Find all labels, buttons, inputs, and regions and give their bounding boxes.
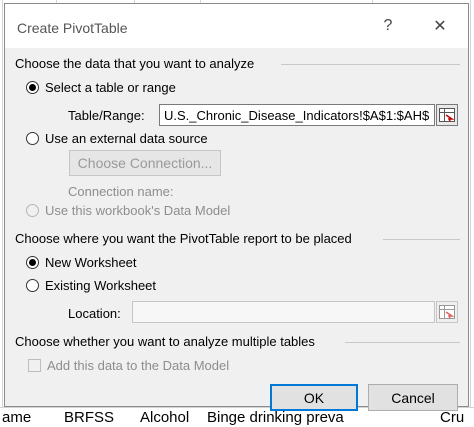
range-select-icon <box>439 305 455 319</box>
range-select-icon <box>439 108 455 122</box>
location-input[interactable] <box>132 301 435 323</box>
spreadsheet-cell: Alcohol <box>140 409 190 426</box>
cancel-button[interactable]: Cancel <box>368 384 458 411</box>
external-source-label: Use an external data source <box>45 131 208 146</box>
spreadsheet-cell: Cru <box>440 409 465 426</box>
section-divider <box>383 239 460 240</box>
spreadsheet-cell: ame <box>2 409 32 426</box>
new-worksheet-label: New Worksheet <box>45 255 137 270</box>
choose-connection-button[interactable]: Choose Connection... <box>69 150 221 176</box>
create-pivottable-dialog: Create PivotTable ? ✕ Choose the data th… <box>4 3 469 411</box>
dialog-title: Create PivotTable <box>17 20 128 36</box>
add-data-model-checkbox[interactable] <box>28 359 41 372</box>
data-model-label: Use this workbook's Data Model <box>45 203 231 218</box>
radio-selected-icon <box>26 256 39 269</box>
select-table-label: Select a table or range <box>45 80 176 95</box>
add-data-model-label: Add this data to the Data Model <box>47 358 230 373</box>
external-source-radio[interactable]: Use an external data source <box>26 131 208 146</box>
table-range-input[interactable]: U.S._Chronic_Disease_Indicators!$A$1:$AH… <box>159 104 435 126</box>
analyze-heading: Choose the data that you want to analyze <box>15 56 255 71</box>
location-picker-button[interactable] <box>436 301 458 323</box>
dialog-titlebar: Create PivotTable ? ✕ <box>5 4 468 48</box>
close-button[interactable]: ✕ <box>428 14 452 38</box>
help-button[interactable]: ? <box>376 14 400 38</box>
ok-button[interactable]: OK <box>270 384 358 411</box>
existing-worksheet-radio[interactable]: Existing Worksheet <box>26 278 156 293</box>
table-range-label: Table/Range: <box>68 108 145 123</box>
radio-disabled-icon <box>26 204 39 217</box>
section-divider <box>345 342 460 343</box>
multiple-tables-heading: Choose whether you want to analyze multi… <box>15 334 315 349</box>
spreadsheet-cell: BRFSS <box>64 409 115 426</box>
range-picker-button[interactable] <box>436 104 458 126</box>
section-divider <box>281 64 460 65</box>
radio-selected-icon <box>26 81 39 94</box>
spreadsheet-cell: Binge drinking preva <box>207 409 344 426</box>
connection-name-label: Connection name: <box>68 184 174 199</box>
radio-empty-icon <box>26 279 39 292</box>
new-worksheet-radio[interactable]: New Worksheet <box>26 255 137 270</box>
data-model-radio[interactable]: Use this workbook's Data Model <box>26 203 230 218</box>
existing-worksheet-label: Existing Worksheet <box>45 278 157 293</box>
radio-empty-icon <box>26 132 39 145</box>
location-label: Location: <box>68 306 121 321</box>
select-table-radio[interactable]: Select a table or range <box>26 80 176 95</box>
placement-heading: Choose where you want the PivotTable rep… <box>15 231 352 246</box>
